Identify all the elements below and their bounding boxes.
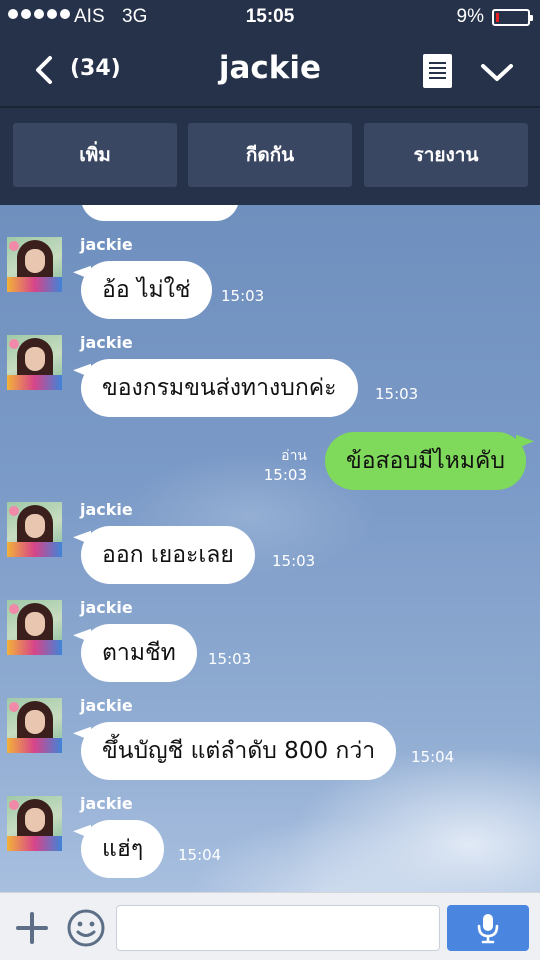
- message-time: 15:04: [411, 748, 455, 766]
- battery-icon: [492, 9, 533, 26]
- sender-name: jackie: [80, 794, 133, 813]
- message-bubble[interactable]: ออก เยอะเลย: [81, 526, 255, 584]
- message-time: 15:03: [272, 552, 316, 570]
- smiley-icon[interactable]: [66, 908, 106, 948]
- message-bubble[interactable]: แฮ่ๆ: [81, 820, 165, 878]
- block-button[interactable]: กีดกัน: [188, 123, 352, 187]
- microphone-icon: [477, 914, 499, 944]
- chevron-left-icon[interactable]: [30, 52, 58, 88]
- avatar[interactable]: [7, 335, 62, 390]
- message-bubble-partial[interactable]: [81, 205, 239, 221]
- message-bubble[interactable]: อ้อ ไม่ใช่: [81, 261, 212, 319]
- message-input[interactable]: [116, 905, 440, 951]
- action-bar: เพิ่ม กีดกัน รายงาน: [0, 108, 540, 205]
- avatar[interactable]: [7, 237, 62, 292]
- sender-name: jackie: [80, 333, 133, 352]
- input-bar: [0, 892, 540, 960]
- avatar[interactable]: [7, 698, 62, 753]
- message-time: 15:03: [208, 650, 252, 668]
- avatar[interactable]: [7, 502, 62, 557]
- status-bar: AIS 3G 15:05 9%: [0, 0, 540, 36]
- sender-name: jackie: [80, 598, 133, 617]
- plus-icon[interactable]: [16, 912, 48, 944]
- nav-bar: (34) jackie: [0, 36, 540, 106]
- sender-name: jackie: [80, 696, 133, 715]
- unread-count[interactable]: (34): [70, 56, 121, 81]
- message-time: 15:04: [178, 846, 222, 864]
- notes-icon[interactable]: [423, 54, 452, 88]
- outgoing-message-bubble[interactable]: ข้อสอบมีไหมคับ: [324, 432, 526, 490]
- chat-area[interactable]: jackie อ้อ ไม่ใช่ 15:03 jackie ของกรมขนส…: [0, 205, 540, 892]
- voice-message-button[interactable]: [447, 905, 529, 951]
- message-bubble[interactable]: ของกรมขนส่งทางบกค่ะ: [81, 359, 358, 417]
- chat-header: AIS 3G 15:05 9% (34) jackie เพิ่ม กีดกัน…: [0, 0, 540, 205]
- read-receipt: อ่าน 15:03: [247, 447, 307, 485]
- sender-name: jackie: [80, 235, 133, 254]
- battery-percent: 9%: [456, 6, 484, 27]
- sender-name: jackie: [80, 500, 133, 519]
- message-time: 15:03: [375, 385, 419, 403]
- message-bubble[interactable]: ตามชีท: [81, 624, 197, 682]
- avatar[interactable]: [7, 796, 62, 851]
- message-time: 15:03: [263, 466, 307, 484]
- message-time: 15:03: [221, 287, 265, 305]
- read-label: อ่าน: [281, 448, 307, 464]
- avatar[interactable]: [7, 600, 62, 655]
- add-friend-button[interactable]: เพิ่ม: [13, 123, 177, 187]
- report-button[interactable]: รายงาน: [364, 123, 528, 187]
- message-bubble[interactable]: ขึ้นบัญชี แต่ลำดับ 800 กว่า: [81, 722, 397, 780]
- chevron-down-icon[interactable]: [479, 60, 515, 84]
